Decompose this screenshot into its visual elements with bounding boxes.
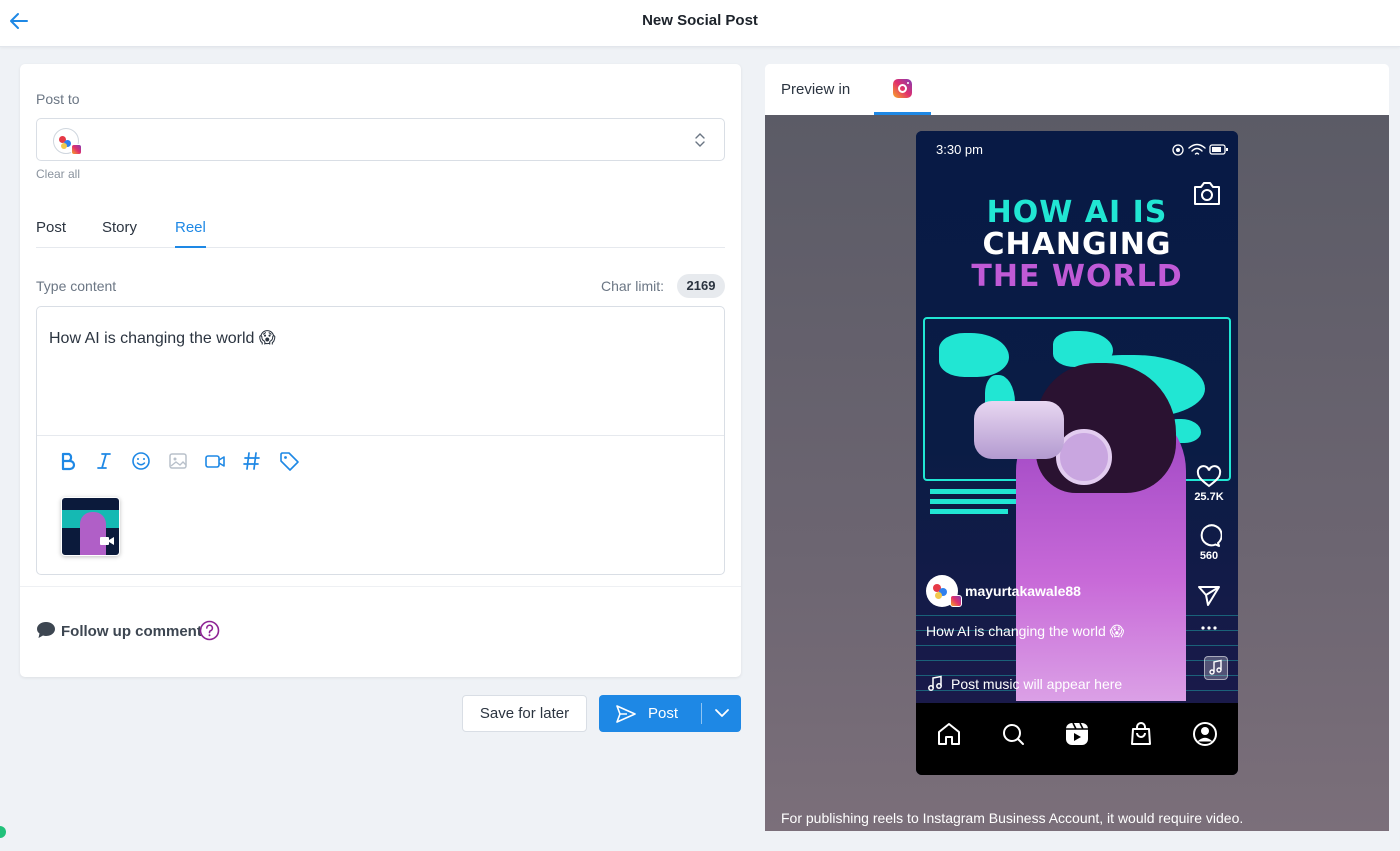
page-title: New Social Post [642,12,758,29]
instagram-badge-icon [950,595,962,607]
status-time: 3:30 pm [936,142,983,157]
content-editor[interactable]: How AI is changing the world 😱 [36,306,725,575]
heart-icon [1196,465,1222,488]
button-divider [701,703,702,724]
send-icon [616,705,636,723]
shop-bag-icon[interactable] [1128,721,1154,747]
tab-story[interactable]: Story [102,219,137,246]
headline-line-2: CHANGING [982,227,1172,262]
instagram-badge-icon [71,144,82,155]
preview-label: Preview in [781,81,851,98]
status-icons [1172,143,1228,156]
reel-image: HOW AI IS CHANGING THE WORLD [916,131,1238,703]
send-icon [1198,586,1220,606]
decor-bar [930,499,1030,504]
like-count: 25.7K [1194,491,1224,503]
image-icon[interactable] [167,450,189,472]
tag-icon[interactable] [278,450,300,472]
video-badge-icon [100,537,114,545]
like-action[interactable]: 25.7K [1192,465,1226,503]
video-icon[interactable] [204,450,226,472]
chevron-up-down-icon [695,133,705,147]
top-bar: New Social Post [0,0,1400,47]
post-type-tabs: Post Story Reel [36,211,725,248]
char-limit-label: Char limit: [601,278,665,294]
profile-icon[interactable] [1192,721,1218,747]
char-limit-badge: 2169 [677,274,725,298]
phone-mockup: HOW AI IS CHANGING THE WORLD 3:30 pm 25.… [916,131,1238,775]
music-note-icon [928,675,942,691]
search-icon[interactable] [1000,721,1026,747]
clear-all-link[interactable]: Clear all [36,167,80,181]
chevron-down-icon[interactable] [703,695,741,732]
media-thumbnail[interactable] [61,497,120,556]
bold-icon[interactable] [57,450,79,472]
divider [20,586,741,587]
music-text: Post music will appear here [951,676,1123,692]
account-select[interactable] [36,118,725,161]
tab-post[interactable]: Post [36,219,66,246]
reels-icon[interactable] [1064,721,1090,747]
home-icon[interactable] [936,721,962,747]
post-button-group: Post [599,695,741,732]
post-to-label: Post to [36,91,80,107]
instagram-icon [893,79,912,98]
editor-divider [37,435,724,436]
tab-reel[interactable]: Reel [175,219,206,248]
headline-line-3: THE WORLD [971,259,1183,294]
comment-icon [1200,524,1222,547]
comment-action[interactable]: 560 [1192,524,1226,562]
username[interactable]: mayurtakawale88 [965,583,1081,599]
more-dots-icon[interactable] [1200,623,1218,633]
headphone [1056,429,1112,485]
compose-card: Post to Clear all Post Story Reel Type c… [20,64,741,677]
preview-tab-instagram[interactable] [874,64,931,115]
hashtag-icon[interactable] [241,450,263,472]
post-label: Post [648,705,679,722]
help-question-icon[interactable] [199,620,220,641]
post-button[interactable]: Post [599,695,701,732]
camera-icon[interactable] [1192,179,1222,207]
comment-count: 560 [1199,550,1219,562]
phone-bottom-nav [916,703,1238,775]
emoji-icon[interactable] [130,450,152,472]
reel-caption: How AI is changing the world 😱 [926,623,1125,639]
decor-bar [930,509,1008,514]
share-action[interactable] [1192,583,1226,607]
preview-panel: Preview in HOW AI IS CHANGING THE WORLD … [765,64,1389,831]
music-note-icon [1209,659,1222,675]
vr-headset [974,401,1064,459]
decor-bar [930,489,1020,494]
follow-up-comment-toggle[interactable]: Follow up comment [61,623,202,640]
music-thumbnail[interactable] [1204,656,1228,680]
comment-bubble-icon [37,622,55,638]
content-textarea[interactable]: How AI is changing the world 😱 [49,328,276,348]
save-for-later-button[interactable]: Save for later [462,695,587,732]
italic-icon[interactable] [93,450,115,472]
preview-body: HOW AI IS CHANGING THE WORLD 3:30 pm 25.… [765,115,1389,831]
preview-header: Preview in [765,64,1389,115]
preview-note: For publishing reels to Instagram Busine… [781,810,1244,826]
content-label: Type content [36,278,117,294]
headline-line-1: HOW AI IS [986,195,1168,230]
chat-widget-icon[interactable] [0,826,6,838]
